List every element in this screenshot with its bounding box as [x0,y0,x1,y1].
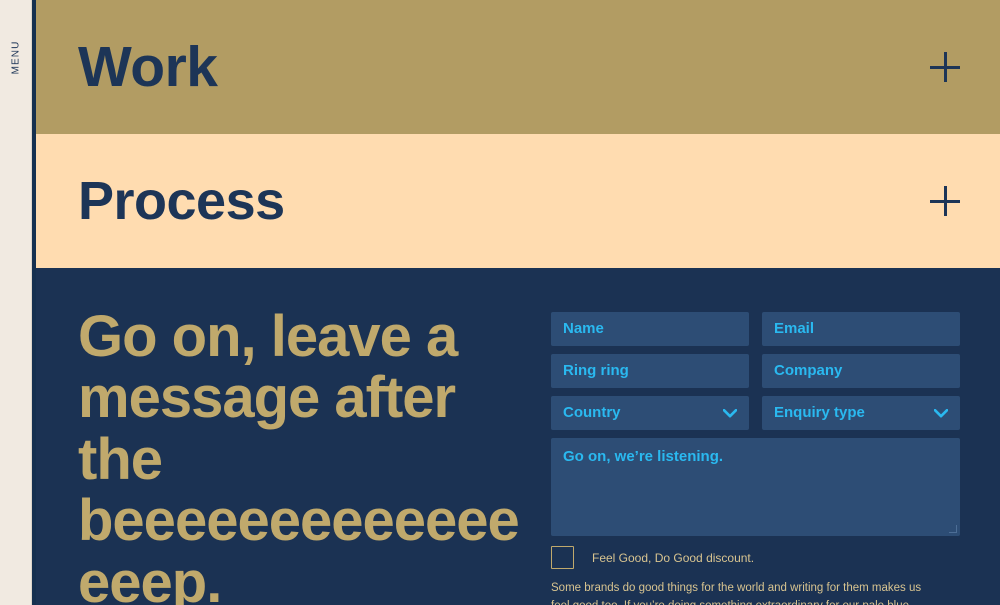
form-row-2: Ring ring Company [551,354,960,388]
name-input[interactable]: Name [551,312,749,346]
discount-checkbox-row[interactable]: Feel Good, Do Good discount. [551,546,960,569]
band-title-process: Process [78,171,285,231]
discount-checkbox[interactable] [551,546,574,569]
contact-headline: Go on, leave a message after the beeeeee… [78,304,520,605]
phone-input-placeholder: Ring ring [563,362,629,379]
chevron-down-icon [723,408,737,418]
menu-label[interactable]: MENU [10,41,21,75]
company-input-placeholder: Company [774,362,843,379]
accordion-band-process[interactable]: Process [36,134,1000,268]
plus-icon[interactable] [930,52,960,82]
accordion-band-work[interactable]: Work [36,0,1000,134]
country-select-placeholder: Country [563,404,621,421]
message-textarea[interactable]: Go on, we’re listening. [551,438,960,536]
name-input-placeholder: Name [563,320,604,337]
contact-form: Name Email Ring ring Company Country Enq… [551,306,960,605]
phone-input[interactable]: Ring ring [551,354,749,388]
discount-fineprint: Some brands do good things for the world… [551,579,931,605]
enquiry-type-select[interactable]: Enquiry type [762,396,960,430]
contact-section: Go on, leave a message after the beeeeee… [36,268,1000,605]
email-input-placeholder: Email [774,320,815,337]
page-root: MENU Work Process Go on, leave a message… [0,0,1000,605]
company-input[interactable]: Company [762,354,960,388]
accordion-bands: Work Process [36,0,1000,268]
chevron-down-icon [934,408,948,418]
fineprint-text-part1: Some brands do good things for the world… [551,582,922,605]
form-row-3: Country Enquiry type [551,396,960,430]
enquiry-type-select-placeholder: Enquiry type [774,404,865,421]
discount-checkbox-label: Feel Good, Do Good discount. [592,550,755,565]
email-input[interactable]: Email [762,312,960,346]
plus-icon[interactable] [930,186,960,216]
band-title-work: Work [78,34,218,99]
message-textarea-placeholder: Go on, we’re listening. [563,448,724,465]
resize-grip-icon[interactable] [949,525,957,533]
menu-rail[interactable]: MENU [0,0,32,605]
form-row-1: Name Email [551,312,960,346]
country-select[interactable]: Country [551,396,749,430]
